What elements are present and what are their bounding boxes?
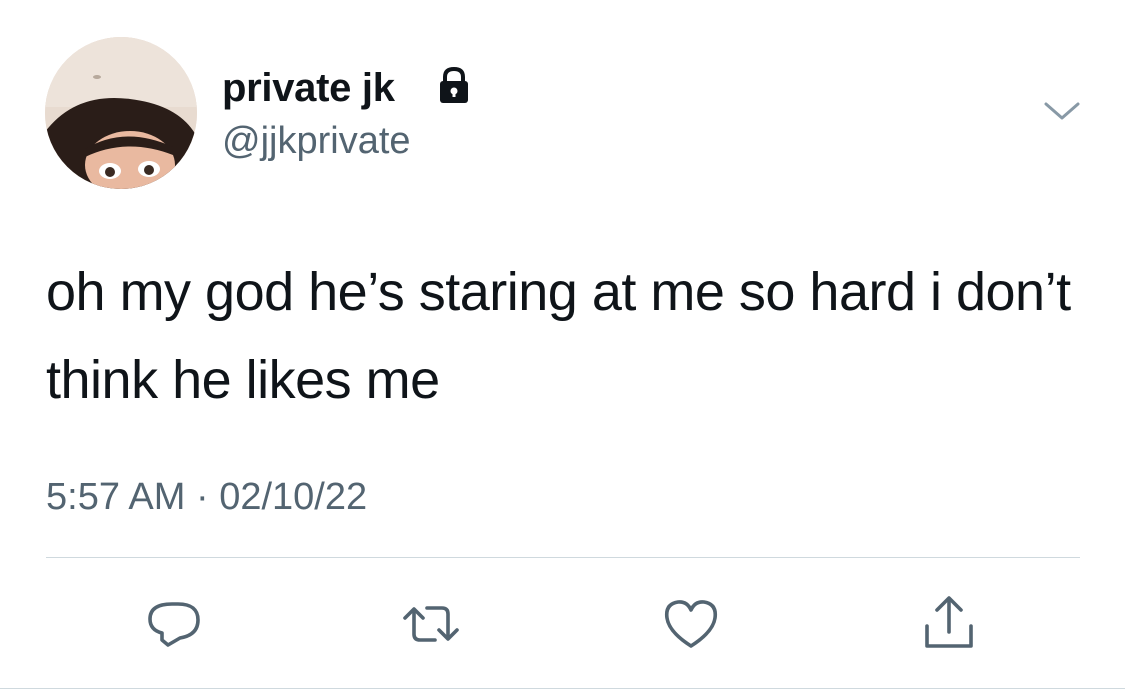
heart-icon [664, 600, 718, 648]
user-handle[interactable]: @jjkprivate [222, 118, 411, 164]
retweet-icon [403, 606, 459, 642]
tweet-timestamp[interactable]: 5:57 AM · 02/10/22 [46, 474, 367, 520]
share-icon [925, 596, 973, 648]
meta-separator: · [195, 476, 209, 518]
avatar-image [45, 37, 197, 189]
retweet-button[interactable] [399, 592, 463, 656]
share-button[interactable] [917, 592, 981, 656]
reply-icon [148, 602, 200, 647]
avatar[interactable] [45, 37, 197, 189]
like-button[interactable] [659, 592, 723, 656]
bottom-divider [0, 688, 1125, 689]
tweet-time: 5:57 AM [46, 476, 186, 518]
divider [46, 557, 1080, 558]
chevron-down-icon[interactable] [1042, 96, 1082, 128]
reply-button[interactable] [142, 592, 206, 656]
tweet-card: private jk @jjkprivate oh my god he’s st… [0, 0, 1125, 691]
tweet-date: 02/10/22 [219, 476, 368, 518]
lock-icon [440, 66, 468, 103]
tweet-text: oh my god he’s staring at me so hard i d… [46, 262, 1071, 410]
display-name[interactable]: private jk [222, 64, 395, 112]
